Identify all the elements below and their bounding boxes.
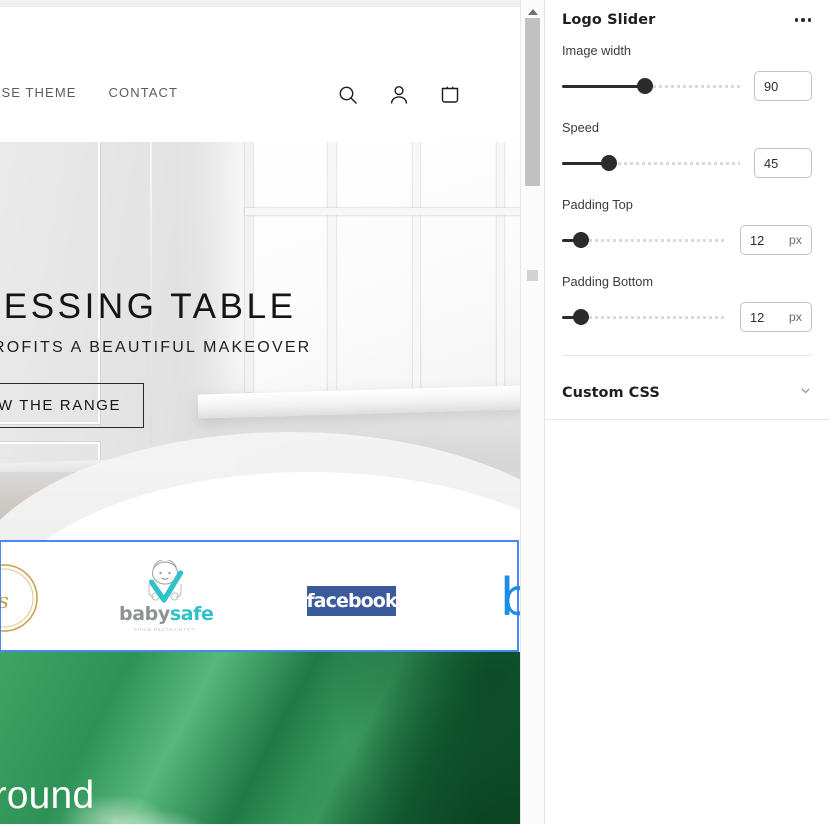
slider-track-dots [583,239,726,242]
slider-track-dots [583,316,726,319]
storefront-header: PURCHASE THEME CONTACT [0,6,520,142]
input-value: 45 [764,156,778,171]
storefront-header-icons [336,83,462,107]
nav-link-contact[interactable]: CONTACT [109,85,179,100]
field-speed: Speed 45 [562,120,812,178]
facebook-logo: facebook [307,586,396,616]
preview-viewport: PURCHASE THEME CONTACT [0,6,520,824]
preview-scrollbar[interactable] [520,0,544,824]
svg-text:s: s [0,589,9,613]
slider-fill [562,162,607,165]
speed-input[interactable]: 45 [754,148,812,178]
field-label: Speed [562,120,812,135]
field-label: Padding Bottom [562,274,812,289]
input-value: 90 [764,79,778,94]
slider-track-dots [647,85,740,88]
field-image-width: Image width 90 [562,43,812,101]
logo-slider-section[interactable]: s n [0,540,519,652]
inspector-title: Logo Slider [562,12,655,28]
facebook-wordmark: facebook [306,590,396,612]
slider-fill [562,85,644,88]
theme-editor-window: PURCHASE THEME CONTACT [0,0,829,824]
field-label: Image width [562,43,812,58]
custom-css-accordion[interactable]: Custom CSS [545,366,829,420]
resize-gripper[interactable] [527,270,538,281]
green-background-section: kground [0,652,520,824]
padding-bottom-slider[interactable] [562,308,726,326]
inspector-header: Logo Slider [545,0,829,40]
storefront-nav: PURCHASE THEME CONTACT [0,85,178,100]
input-value: 12 [750,233,764,248]
hero-cta-button[interactable]: VIEW THE RANGE [0,383,144,428]
cart-icon[interactable] [438,83,462,107]
padding-top-input[interactable]: 12 px [740,225,812,255]
hero-content: DRESSING TABLE UR PROFITS A BEAUTIFUL MA… [0,287,466,428]
green-section-heading: kground [0,774,94,818]
slider-track-dots [612,162,740,165]
padding-bottom-input[interactable]: 12 px [740,302,812,332]
gold-crest-logo: s n [0,560,41,636]
field-padding-top: Padding Top 12 px [562,197,812,255]
input-unit: px [789,310,802,324]
arrow-glyph [528,9,538,15]
slider-thumb[interactable] [573,232,589,248]
babysafe-word-one: baby [119,603,170,625]
hero-subtitle: UR PROFITS A BEAUTIFUL MAKEOVER [0,339,466,357]
scrollbar-thumb[interactable] [525,18,540,186]
field-padding-bottom: Padding Bottom 12 px [562,274,812,332]
inspector-divider [562,355,812,356]
custom-css-label: Custom CSS [562,385,660,401]
slider-thumb[interactable] [601,155,617,171]
hero-title: DRESSING TABLE [0,287,466,327]
hero-banner-section: DRESSING TABLE UR PROFITS A BEAUTIFUL MA… [0,142,520,540]
search-icon[interactable] [336,83,360,107]
window-mullion [245,208,520,215]
field-label: Padding Top [562,197,812,212]
padding-top-slider[interactable] [562,231,726,249]
green-shade [270,670,520,824]
babysafe-wordmark: babysafe [119,605,211,624]
babysafe-word-two: safe [170,603,214,625]
partial-b-logo: b [500,572,520,628]
theme-preview-pane: PURCHASE THEME CONTACT [0,0,544,824]
babysafe-tagline: CHILD RESTRAINTS™ [119,627,211,632]
speed-slider[interactable] [562,154,740,172]
inspector-settings: Image width 90 Speed [545,43,829,366]
chevron-down-icon[interactable] [799,384,812,402]
input-unit: px [789,233,802,247]
image-width-input[interactable]: 90 [754,71,812,101]
slider-thumb[interactable] [637,78,653,94]
account-icon[interactable] [387,83,411,107]
image-width-slider[interactable] [562,77,740,95]
kebab-menu-icon[interactable] [793,12,814,28]
window-mullion [497,142,504,392]
inspector-panel: Logo Slider Image width 90 [544,0,829,824]
babysafe-mark-icon [135,560,195,604]
nav-link-purchase-theme[interactable]: PURCHASE THEME [0,85,77,100]
input-value: 12 [750,310,764,325]
babysafe-logo: babysafe CHILD RESTRAINTS™ [119,560,211,636]
slider-thumb[interactable] [573,309,589,325]
partial-b-glyph: b [500,572,520,628]
